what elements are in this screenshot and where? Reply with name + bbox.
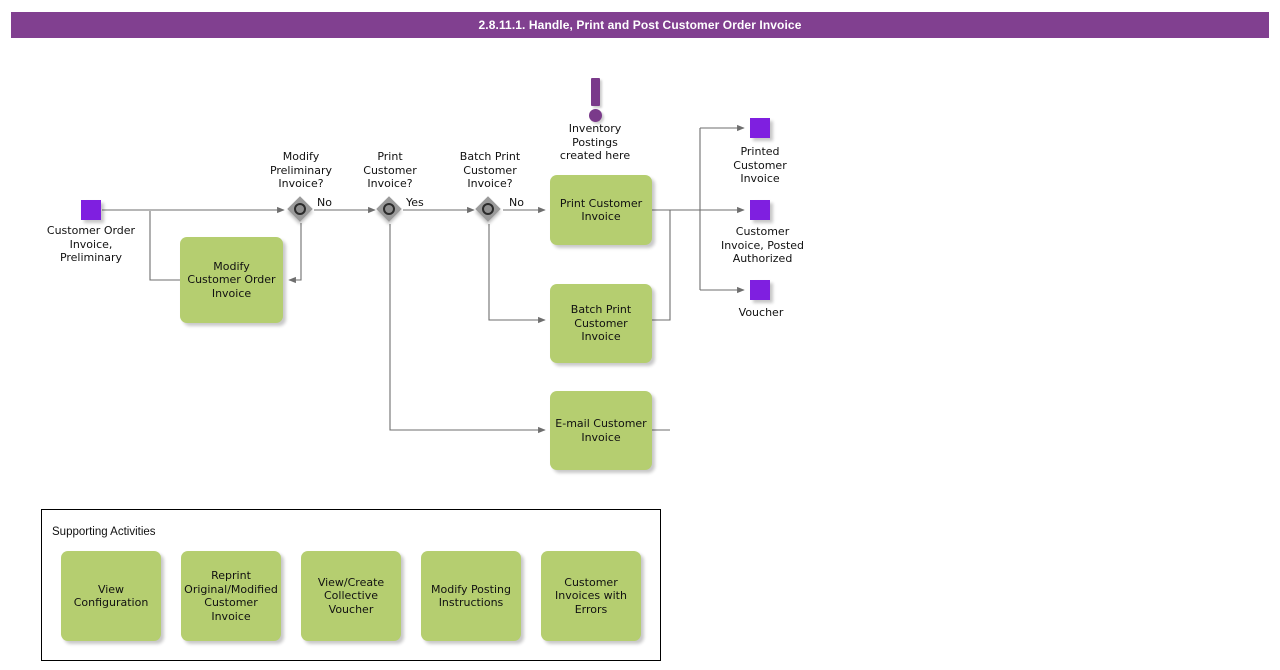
gateway-event-ring-icon xyxy=(294,203,306,215)
supporting-activity-reprint-original-modified-customer-invoice[interactable]: Reprint Original/Modified Customer Invoi… xyxy=(181,551,281,641)
start-node-customer-order-invoice-preliminary[interactable] xyxy=(81,200,101,220)
end-node-voucher-label: Voucher xyxy=(738,306,784,319)
activity-batch-print-customer-invoice[interactable]: Batch Print Customer Invoice xyxy=(550,284,652,363)
supporting-activity-label: Modify Posting Instructions xyxy=(431,582,511,610)
edge-label-no-modify-preliminary: No xyxy=(317,196,332,209)
activity-label: Modify Customer Order Invoice xyxy=(187,259,276,300)
supporting-activity-label: Customer Invoices with Errors xyxy=(555,575,627,616)
end-node-customer-invoice-posted-authorized[interactable] xyxy=(750,200,770,220)
activity-label: E-mail Customer Invoice xyxy=(555,417,647,444)
activity-label: Print Customer Invoice xyxy=(559,196,643,224)
exclamation-icon xyxy=(584,78,606,122)
gateway-batch-print-customer-invoice-label: Batch Print Customer Invoice? xyxy=(459,150,521,190)
end-node-printed-customer-invoice[interactable] xyxy=(750,118,770,138)
gateway-batch-print-customer-invoice[interactable] xyxy=(475,196,502,223)
supporting-activity-view-configuration[interactable]: View Configuration xyxy=(61,551,161,641)
supporting-activity-label: Reprint Original/Modified Customer Invoi… xyxy=(184,569,278,623)
activity-email-customer-invoice[interactable]: E-mail Customer Invoice xyxy=(550,391,652,470)
start-node-label: Customer Order Invoice, Preliminary xyxy=(46,224,136,264)
edge-label-yes-print-customer-invoice: Yes xyxy=(406,196,424,209)
activity-print-customer-invoice[interactable]: Print Customer Invoice xyxy=(550,175,652,245)
gateway-modify-preliminary-invoice[interactable] xyxy=(287,196,314,223)
gateway-event-ring-icon xyxy=(383,203,395,215)
gateway-print-customer-invoice[interactable] xyxy=(376,196,403,223)
activity-label: Batch Print Customer Invoice xyxy=(570,303,632,344)
supporting-activity-modify-posting-instructions[interactable]: Modify Posting Instructions xyxy=(421,551,521,641)
gateway-print-customer-invoice-label: Print Customer Invoice? xyxy=(363,150,417,190)
supporting-activity-label: View/Create Collective Voucher xyxy=(317,575,385,616)
edge-label-no-batch-print: No xyxy=(509,196,524,209)
end-node-printed-customer-invoice-label: Printed Customer Invoice xyxy=(733,145,787,185)
end-node-customer-invoice-posted-authorized-label: Customer Invoice, Posted Authorized xyxy=(720,225,805,265)
supporting-activity-view-create-collective-voucher[interactable]: View/Create Collective Voucher xyxy=(301,551,401,641)
supporting-activity-customer-invoices-with-errors[interactable]: Customer Invoices with Errors xyxy=(541,551,641,641)
annotation-inventory-postings: Inventory Postings created here xyxy=(559,122,631,162)
exclamation-bar xyxy=(591,78,600,106)
supporting-activities-panel: Supporting Activities View Configuration… xyxy=(41,509,661,661)
supporting-activities-title: Supporting Activities xyxy=(52,526,156,538)
gateway-event-ring-icon xyxy=(482,203,494,215)
activity-modify-customer-order-invoice[interactable]: Modify Customer Order Invoice xyxy=(180,237,283,323)
end-node-voucher[interactable] xyxy=(750,280,770,300)
exclamation-dot xyxy=(589,109,602,122)
supporting-activity-label: View Configuration xyxy=(73,582,149,610)
